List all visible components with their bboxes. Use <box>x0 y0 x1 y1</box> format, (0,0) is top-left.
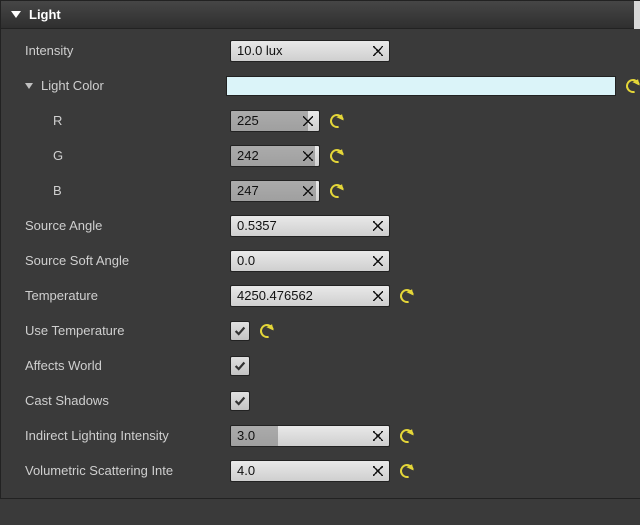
input-r[interactable]: 225 <box>230 110 320 132</box>
value-r: 225 <box>237 113 259 128</box>
section-header[interactable]: Light <box>1 1 640 29</box>
spinner-drag-icon <box>373 256 383 266</box>
spinner-drag-icon <box>303 186 313 196</box>
row-b: B 247 <box>1 173 640 208</box>
scrollbar-stub <box>634 1 640 29</box>
label-g: G <box>53 148 63 163</box>
input-indirect-lighting-intensity[interactable]: 3.0 <box>230 425 390 447</box>
section-title: Light <box>29 7 61 22</box>
check-icon <box>233 324 247 338</box>
row-volumetric-scattering-intensity: Volumetric Scattering Inte 4.0 <box>1 453 640 488</box>
value-volumetric-scattering-intensity: 4.0 <box>237 463 255 478</box>
input-intensity[interactable]: 10.0 lux <box>230 40 390 62</box>
spinner-drag-icon <box>303 116 313 126</box>
value-indirect-lighting-intensity: 3.0 <box>237 428 255 443</box>
reset-icon[interactable] <box>330 114 344 128</box>
label-b: B <box>53 183 62 198</box>
input-temperature[interactable]: 4250.476562 <box>230 285 390 307</box>
reset-icon[interactable] <box>330 149 344 163</box>
reset-icon[interactable] <box>400 429 414 443</box>
row-g: G 242 <box>1 138 640 173</box>
collapse-icon <box>11 11 21 18</box>
label-affects-world: Affects World <box>25 358 102 373</box>
spinner-drag-icon <box>373 291 383 301</box>
spinner-drag-icon <box>373 466 383 476</box>
label-r: R <box>53 113 62 128</box>
label-volumetric-scattering-intensity: Volumetric Scattering Inte <box>25 463 173 478</box>
value-temperature: 4250.476562 <box>237 288 313 303</box>
row-affects-world: Affects World <box>1 348 640 383</box>
input-b[interactable]: 247 <box>230 180 320 202</box>
label-intensity: Intensity <box>25 43 73 58</box>
reset-icon[interactable] <box>260 324 274 338</box>
reset-icon[interactable] <box>400 289 414 303</box>
color-swatch[interactable] <box>226 76 616 96</box>
checkbox-affects-world[interactable] <box>230 356 250 376</box>
value-b: 247 <box>237 183 259 198</box>
reset-icon[interactable] <box>330 184 344 198</box>
row-r: R 225 <box>1 103 640 138</box>
row-light-color: Light Color <box>1 68 640 103</box>
label-temperature: Temperature <box>25 288 98 303</box>
input-source-soft-angle[interactable]: 0.0 <box>230 250 390 272</box>
spinner-drag-icon <box>373 221 383 231</box>
label-cast-shadows: Cast Shadows <box>25 393 109 408</box>
check-icon <box>233 359 247 373</box>
row-source-angle: Source Angle 0.5357 <box>1 208 640 243</box>
reset-icon[interactable] <box>626 79 640 93</box>
checkbox-use-temperature[interactable] <box>230 321 250 341</box>
row-intensity: Intensity 10.0 lux <box>1 33 640 68</box>
label-source-soft-angle: Source Soft Angle <box>25 253 129 268</box>
label-use-temperature: Use Temperature <box>25 323 124 338</box>
row-use-temperature: Use Temperature <box>1 313 640 348</box>
row-cast-shadows: Cast Shadows <box>1 383 640 418</box>
label-light-color: Light Color <box>41 78 104 93</box>
spinner-drag-icon <box>373 46 383 56</box>
label-indirect-lighting-intensity: Indirect Lighting Intensity <box>25 428 169 443</box>
spinner-drag-icon <box>303 151 313 161</box>
label-source-angle: Source Angle <box>25 218 102 233</box>
input-source-angle[interactable]: 0.5357 <box>230 215 390 237</box>
section-body: Intensity 10.0 lux Light Color R <box>1 29 640 498</box>
row-source-soft-angle: Source Soft Angle 0.0 <box>1 243 640 278</box>
value-g: 242 <box>237 148 259 163</box>
value-intensity: 10.0 lux <box>237 43 283 58</box>
input-g[interactable]: 242 <box>230 145 320 167</box>
row-indirect-lighting-intensity: Indirect Lighting Intensity 3.0 <box>1 418 640 453</box>
reset-icon[interactable] <box>400 464 414 478</box>
light-details-panel: Light Intensity 10.0 lux Light Color <box>0 0 640 499</box>
input-volumetric-scattering-intensity[interactable]: 4.0 <box>230 460 390 482</box>
value-source-soft-angle: 0.0 <box>237 253 255 268</box>
check-icon <box>233 394 247 408</box>
spinner-drag-icon <box>373 431 383 441</box>
row-temperature: Temperature 4250.476562 <box>1 278 640 313</box>
checkbox-cast-shadows[interactable] <box>230 391 250 411</box>
value-source-angle: 0.5357 <box>237 218 277 233</box>
collapse-icon[interactable] <box>25 83 33 89</box>
